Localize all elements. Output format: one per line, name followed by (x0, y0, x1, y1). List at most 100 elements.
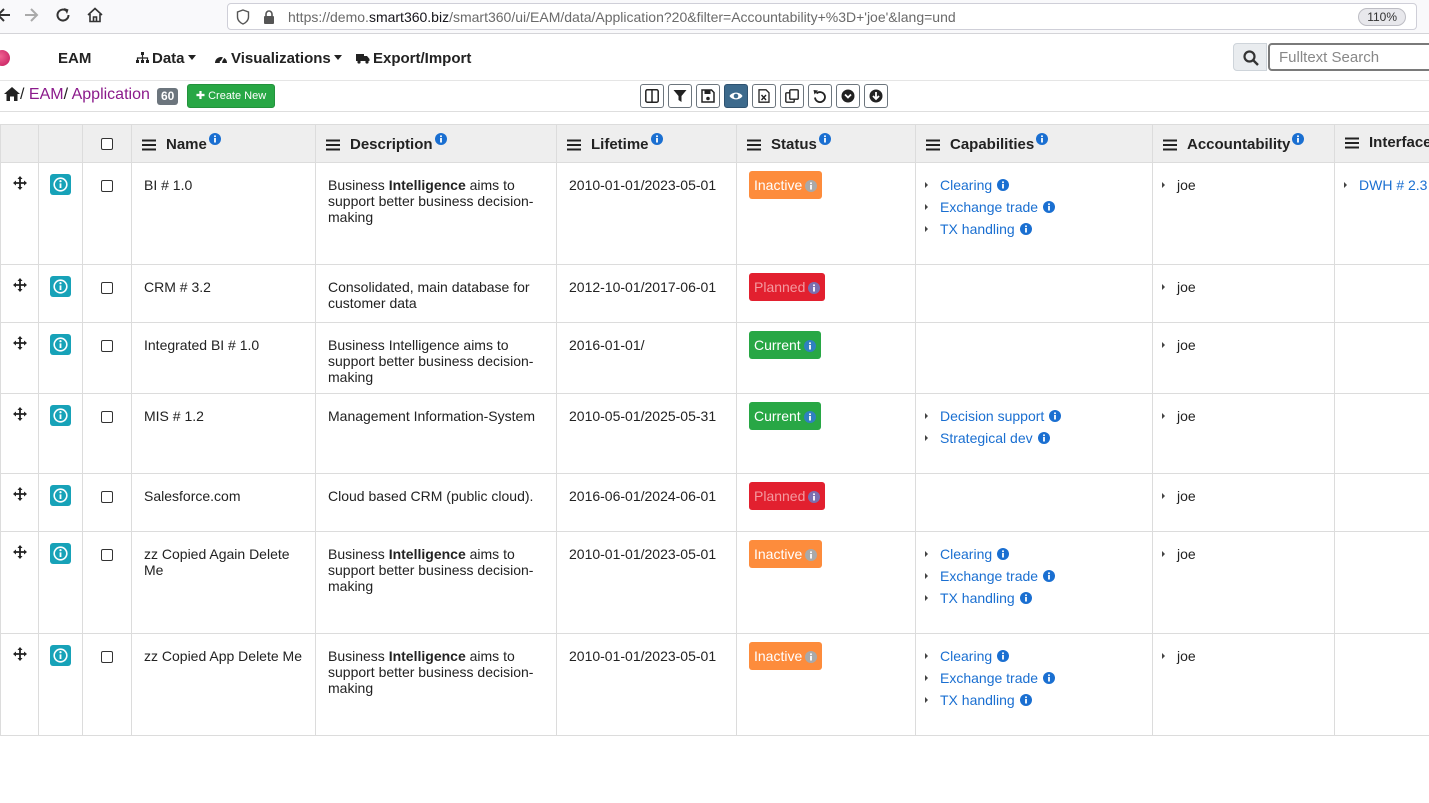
header-description[interactable]: Description (315, 124, 557, 163)
capability-link[interactable]: Clearing (940, 177, 992, 193)
capability-link[interactable]: TX handling (940, 221, 1015, 237)
status-badge[interactable]: Planned (749, 273, 826, 301)
search-button[interactable] (1233, 43, 1267, 71)
menu-export-import[interactable]: Export/Import (356, 50, 471, 67)
info-circle-icon[interactable] (1015, 692, 1032, 708)
info-circle-icon[interactable] (1044, 408, 1062, 424)
column-menu-icon[interactable] (142, 138, 156, 155)
info-circle-icon[interactable] (1038, 568, 1056, 584)
brand-logo-icon[interactable] (0, 50, 10, 66)
app-name[interactable]: zz Copied Again Delete Me (144, 546, 290, 578)
info-circle-icon[interactable] (1038, 199, 1056, 215)
row-info-button[interactable] (50, 543, 71, 564)
row-checkbox[interactable] (101, 491, 113, 504)
row-checkbox[interactable] (101, 411, 113, 424)
app-name[interactable]: Salesforce.com (144, 488, 240, 504)
move-icon[interactable] (12, 336, 27, 353)
row-info-button[interactable] (50, 334, 71, 355)
download-button[interactable] (864, 84, 888, 108)
capability-link[interactable]: Exchange trade (940, 568, 1038, 584)
info-circle-icon[interactable] (1292, 132, 1305, 149)
select-all-checkbox[interactable] (101, 138, 113, 151)
column-menu-icon[interactable] (926, 138, 940, 155)
header-interfaces[interactable]: Interfaces (1334, 124, 1429, 163)
breadcrumb-application-link[interactable]: Application (72, 86, 150, 103)
collapse-button[interactable] (836, 84, 860, 108)
undo-button[interactable] (808, 84, 832, 108)
status-badge[interactable]: Inactive (749, 540, 823, 568)
info-circle-icon[interactable] (992, 546, 1010, 562)
back-icon[interactable] (0, 6, 14, 28)
capability-link[interactable]: Decision support (940, 408, 1044, 424)
capability-link[interactable]: Clearing (940, 546, 992, 562)
header-accountability[interactable]: Accountability (1152, 124, 1335, 163)
header-name[interactable]: Name (131, 124, 316, 163)
status-badge[interactable]: Current (749, 402, 821, 430)
home-icon[interactable] (84, 6, 106, 28)
capability-link[interactable]: Exchange trade (940, 670, 1038, 686)
row-checkbox[interactable] (101, 651, 113, 664)
header-status[interactable]: Status (736, 124, 916, 163)
breadcrumb-eam-link[interactable]: EAM (29, 86, 64, 103)
capability-link[interactable]: TX handling (940, 692, 1015, 708)
status-badge[interactable]: Inactive (749, 642, 823, 670)
copy-button[interactable] (780, 84, 804, 108)
info-circle-icon[interactable] (818, 132, 831, 149)
move-icon[interactable] (12, 278, 27, 295)
row-checkbox[interactable] (101, 549, 113, 562)
info-circle-icon[interactable] (434, 132, 447, 149)
header-lifetime[interactable]: Lifetime (556, 124, 737, 163)
reload-icon[interactable] (52, 6, 74, 28)
capability-link[interactable]: Strategical dev (940, 430, 1033, 446)
row-info-button[interactable] (50, 174, 71, 195)
row-info-button[interactable] (50, 645, 71, 666)
column-menu-icon[interactable] (1163, 138, 1177, 155)
column-menu-icon[interactable] (567, 138, 581, 155)
move-icon[interactable] (12, 545, 27, 562)
column-menu-icon[interactable] (326, 138, 340, 155)
move-icon[interactable] (12, 176, 27, 193)
capability-link[interactable]: TX handling (940, 590, 1015, 606)
row-checkbox[interactable] (101, 340, 113, 353)
save-button[interactable] (696, 84, 720, 108)
info-circle-icon[interactable] (992, 177, 1010, 193)
info-circle-icon[interactable] (1036, 132, 1049, 149)
info-circle-icon[interactable] (1033, 430, 1050, 446)
excel-export-button[interactable] (752, 84, 776, 108)
create-new-button[interactable]: ✚ Create New (187, 84, 275, 108)
info-circle-icon[interactable] (1015, 590, 1032, 606)
capability-link[interactable]: Exchange trade (940, 199, 1038, 215)
view-mode-button[interactable] (724, 84, 748, 108)
app-name[interactable]: MIS # 1.2 (144, 408, 204, 424)
info-circle-icon[interactable] (1038, 670, 1056, 686)
app-name[interactable]: BI # 1.0 (144, 177, 192, 193)
status-badge[interactable]: Inactive (749, 171, 823, 199)
info-circle-icon[interactable] (1015, 221, 1032, 237)
menu-data[interactable]: Data (136, 50, 196, 67)
status-badge[interactable]: Planned (749, 482, 826, 510)
filter-button[interactable] (668, 84, 692, 108)
move-icon[interactable] (12, 647, 27, 664)
row-checkbox[interactable] (101, 180, 113, 193)
app-name[interactable]: Integrated BI # 1.0 (144, 337, 259, 353)
forward-icon[interactable] (21, 6, 43, 28)
brand-link[interactable]: EAM (58, 50, 91, 67)
columns-toggle-button[interactable] (640, 84, 664, 108)
move-icon[interactable] (12, 407, 27, 424)
capability-link[interactable]: Clearing (940, 648, 992, 664)
interface-link[interactable]: DWH # 2.3 (1359, 177, 1427, 193)
row-info-button[interactable] (50, 485, 71, 506)
lock-icon[interactable] (262, 9, 276, 28)
row-info-button[interactable] (50, 405, 71, 426)
move-icon[interactable] (12, 487, 27, 504)
row-checkbox[interactable] (101, 282, 113, 295)
column-menu-icon[interactable] (1345, 136, 1359, 153)
status-badge[interactable]: Current (749, 331, 821, 359)
zoom-level-badge[interactable]: 110% (1358, 8, 1406, 26)
header-capabilities[interactable]: Capabilities (915, 124, 1153, 163)
fulltext-search-input[interactable] (1268, 43, 1429, 71)
breadcrumb-home-icon[interactable] (4, 87, 20, 106)
menu-visualizations[interactable]: Visualizations (214, 50, 342, 67)
row-info-button[interactable] (50, 276, 71, 297)
shield-icon[interactable] (236, 9, 250, 28)
